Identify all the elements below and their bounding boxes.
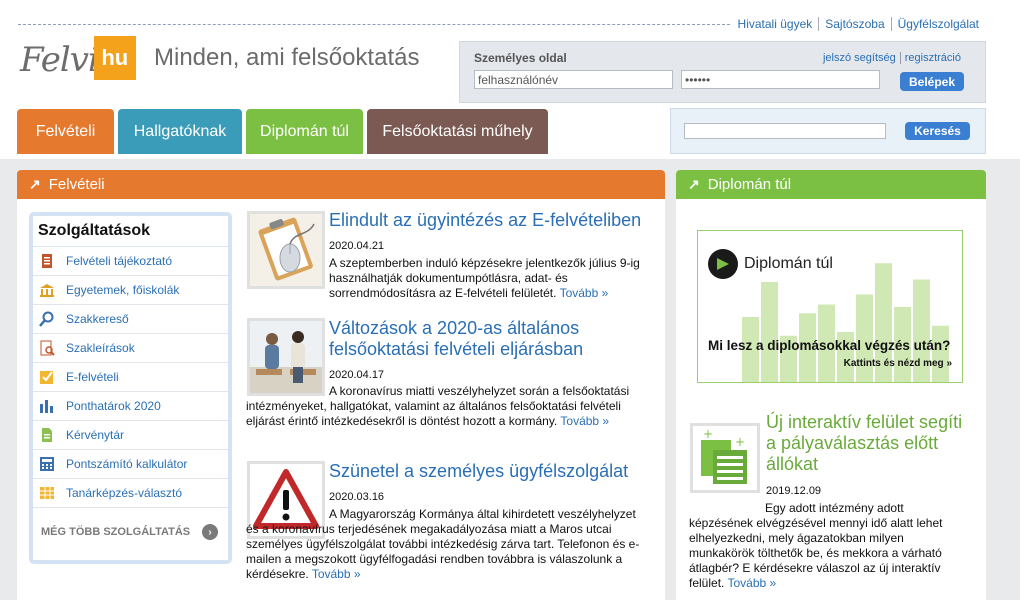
search-box: Keresés <box>670 108 986 154</box>
news-body: A Magyarország Kormánya által kihirdetet… <box>246 507 651 582</box>
svg-text:+: + <box>735 435 745 449</box>
checkbox-icon <box>39 369 55 385</box>
service-item[interactable]: Egyetemek, főiskolák <box>33 276 228 305</box>
banner-question: Mi lesz a diplomásokkal végzés után? <box>708 338 951 353</box>
logo-hu: hu <box>93 36 136 80</box>
news-text: A Magyarország Kormánya által kihirdetet… <box>246 507 640 581</box>
service-item[interactable]: Kérvénytár <box>33 421 228 450</box>
service-link[interactable]: Tanárképzés-választó <box>66 486 182 500</box>
brand-logo-icon <box>708 249 738 279</box>
banner-cta: Kattints és nézd meg » <box>843 358 952 369</box>
banner-brand: Diplomán túl <box>708 249 833 279</box>
news-title[interactable]: Változások a 2020-as általános felsőokta… <box>329 318 659 360</box>
right-news-body: Egy adott intézmény adott képzésének elv… <box>689 501 964 591</box>
bar-chart-icon <box>39 398 55 414</box>
read-more-link[interactable]: Tovább » <box>560 414 609 428</box>
login-title: Személyes oldal <box>474 51 567 65</box>
tab-hallgatoknak[interactable]: Hallgatóknak <box>118 109 242 154</box>
clipboard-mouse-icon <box>250 214 322 286</box>
service-link[interactable]: E-felvételi <box>66 370 119 384</box>
news-title[interactable]: Szünetel a személyes ügyfélszolgálat <box>329 461 659 482</box>
read-more-link[interactable]: Tovább » <box>727 576 776 590</box>
password-input[interactable] <box>681 70 880 89</box>
arrow-icon: ↗ <box>29 176 41 192</box>
banner-bar <box>932 325 949 382</box>
news-thumbnail[interactable] <box>247 211 325 289</box>
document-search-icon <box>39 340 55 356</box>
news-date: 2020.03.16 <box>329 491 385 503</box>
service-item[interactable]: Ponthatárok 2020 <box>33 392 228 421</box>
tab-diploman-tul[interactable]: Diplomán túl <box>246 109 363 154</box>
divider <box>18 24 730 25</box>
read-more-link[interactable]: Tovább » <box>560 286 609 300</box>
tab-felsooktatasi-muhely[interactable]: Felsőoktatási műhely <box>367 109 548 154</box>
top-link-ugyfelszolgalat[interactable]: Ügyfélszolgálat <box>890 17 985 31</box>
service-item[interactable]: Tanárképzés-választó <box>33 479 228 508</box>
password-help-link[interactable]: jelszó segítség <box>819 52 900 64</box>
login-button[interactable]: Belépek <box>900 72 964 91</box>
service-item[interactable]: Felvételi tájékoztató <box>33 247 228 276</box>
service-item[interactable]: Szakkereső <box>33 305 228 334</box>
site-slogan: Minden, ami felsőoktatás <box>154 44 420 71</box>
top-link-group: Hivatali ügyek Sajtószoba Ügyfélszolgálat <box>732 17 985 31</box>
news-body: A szeptemberben induló képzésekre jelent… <box>329 256 649 301</box>
site-logo[interactable]: Felvi hu <box>20 36 136 80</box>
news-body: A koronavírus miatti veszélyhelyzet sorá… <box>246 384 651 429</box>
search-button[interactable]: Keresés <box>905 122 970 140</box>
service-link[interactable]: Szakleírások <box>66 341 135 355</box>
search-input[interactable] <box>684 123 886 139</box>
service-link[interactable]: Felvételi tájékoztató <box>66 254 172 268</box>
right-news-date: 2019.12.09 <box>766 485 822 497</box>
register-link[interactable]: regisztráció <box>899 52 965 64</box>
top-link-sajtoszoba[interactable]: Sajtószoba <box>818 17 891 31</box>
calculator-icon <box>39 456 55 472</box>
news-date: 2020.04.17 <box>329 369 385 381</box>
more-services-link[interactable]: MÉG TÖBB SZOLGÁLTATÁS › <box>33 508 228 556</box>
service-item[interactable]: E-felvételi <box>33 363 228 392</box>
service-item[interactable]: Pontszámító kalkulátor <box>33 450 228 479</box>
diploman-panel-header[interactable]: ↗ Diplomán túl <box>676 170 986 199</box>
login-box: Személyes oldal jelszó segítség regisztrá… <box>459 41 986 103</box>
services-title: Szolgáltatások <box>33 216 228 247</box>
grid-icon <box>39 485 55 501</box>
service-link[interactable]: Szakkereső <box>66 312 129 326</box>
service-link[interactable]: Egyetemek, főiskolák <box>66 283 179 297</box>
login-links: jelszó segítség regisztráció <box>819 52 965 64</box>
banner-brand-text: Diplomán túl <box>744 255 833 272</box>
book-icon <box>39 253 55 269</box>
right-news-title[interactable]: Új interaktív felület segíti a pályavála… <box>766 412 966 475</box>
felveteli-panel-header[interactable]: ↗ Felvételi <box>17 170 665 199</box>
service-item[interactable]: Szakleírások <box>33 334 228 363</box>
top-link-hivatali[interactable]: Hivatali ügyek <box>732 17 819 31</box>
diploman-banner[interactable]: Diplomán túl Mi lesz a diplomásokkal vég… <box>697 230 963 383</box>
news-date: 2020.04.21 <box>329 240 385 252</box>
tab-felveteli[interactable]: Felvételi <box>17 109 114 154</box>
interactive-list-icon: + + <box>693 426 757 490</box>
right-news-thumbnail[interactable]: + + <box>690 423 760 493</box>
more-services-label: MÉG TÖBB SZOLGÁLTATÁS <box>41 526 191 538</box>
services-box: Szolgáltatások Felvételi tájékoztató Egy… <box>29 212 232 564</box>
arrow-icon: ↗ <box>688 176 700 192</box>
banner-bar <box>761 282 778 382</box>
top-links: Hivatali ügyek Sajtószoba Ügyfélszolgálat <box>18 17 985 31</box>
people-photo-icon <box>250 321 322 393</box>
page-icon <box>39 427 55 443</box>
magnifier-icon <box>39 311 55 327</box>
read-more-link[interactable]: Tovább » <box>312 567 361 581</box>
username-input[interactable] <box>474 70 673 89</box>
diploman-panel-title: Diplomán túl <box>707 176 792 193</box>
news-title[interactable]: Elindult az ügyintézés az E-felvételiben <box>329 210 659 231</box>
service-link[interactable]: Kérvénytár <box>66 428 124 442</box>
service-link[interactable]: Ponthatárok 2020 <box>66 399 161 413</box>
felveteli-panel-title: Felvételi <box>48 176 105 193</box>
logo-text: Felvi <box>20 40 99 80</box>
svg-text:+: + <box>703 427 713 441</box>
university-icon <box>39 282 55 298</box>
chevron-right-icon: › <box>202 524 218 540</box>
service-link[interactable]: Pontszámító kalkulátor <box>66 457 187 471</box>
